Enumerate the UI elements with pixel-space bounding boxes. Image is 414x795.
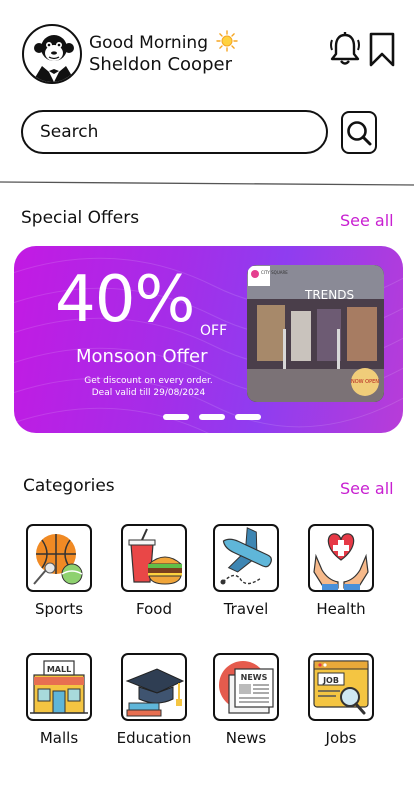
category-food-tile (121, 524, 187, 592)
education-icon (125, 668, 185, 717)
carousel-indicators (163, 414, 261, 420)
category-label: News (225, 729, 267, 747)
offer-banner[interactable]: 40% OFF Monsoon Offer Get discount on ev… (14, 246, 403, 433)
carousel-dot[interactable] (163, 414, 189, 420)
bookmark-icon (369, 32, 395, 67)
category-health-tile (308, 524, 374, 592)
svg-text:JOB: JOB (322, 676, 339, 685)
category-jobs-tile: JOB (308, 653, 374, 721)
notification-bell-button[interactable] (329, 31, 361, 67)
carousel-dot[interactable] (235, 414, 261, 420)
category-jobs[interactable]: JOB Jobs (296, 653, 386, 747)
user-name: Sheldon Cooper (89, 54, 232, 75)
bell-icon (330, 32, 360, 65)
food-icon (128, 528, 183, 585)
news-icon: NEWS (219, 661, 274, 714)
category-sports[interactable]: Sports (14, 524, 104, 618)
search-bar[interactable] (21, 110, 328, 154)
malls-icon: MALL (30, 660, 88, 714)
categories-see-all-link[interactable]: See all (340, 479, 394, 498)
search-icon (347, 120, 372, 145)
sports-icon (33, 534, 83, 585)
divider (0, 181, 414, 186)
discount-percent: 40% (55, 263, 195, 337)
category-label: Food (136, 600, 172, 618)
sun-icon (216, 30, 239, 52)
greeting: Good Morning (89, 30, 239, 53)
categories-title: Categories (23, 476, 115, 496)
category-news[interactable]: NEWS News (201, 653, 291, 747)
greeting-text: Good Morning (89, 33, 208, 53)
travel-icon (220, 527, 272, 585)
category-label: Travel (223, 600, 269, 618)
search-input[interactable] (40, 122, 300, 142)
category-education-tile (121, 653, 187, 721)
svg-text:MALL: MALL (47, 665, 71, 674)
jobs-icon: JOB (313, 660, 369, 715)
offer-details: Get discount on every order. Deal valid … (62, 375, 235, 399)
category-malls-tile: MALL (26, 653, 92, 721)
store-sign: TRENDS (304, 288, 354, 302)
svg-text:NEWS: NEWS (241, 673, 268, 682)
store-photo-image: CITY SQUARE TRENDS NOW OPEN (247, 265, 384, 402)
carousel-dot[interactable] (199, 414, 225, 420)
bookmark-button[interactable] (368, 32, 396, 68)
special-offers-see-all-link[interactable]: See all (340, 211, 394, 230)
category-malls[interactable]: MALL Malls (14, 653, 104, 747)
category-label: Sports (34, 600, 84, 618)
category-label: Jobs (325, 729, 357, 747)
offer-details-line-2: Deal valid till 29/08/2024 (91, 388, 206, 398)
category-news-tile: NEWS (213, 653, 279, 721)
health-icon (313, 533, 369, 590)
category-health[interactable]: Health (296, 524, 386, 618)
category-education[interactable]: Education (109, 653, 199, 747)
mall-logo-text: CITY SQUARE (261, 270, 288, 275)
monkey-tuxedo-icon (32, 35, 76, 82)
offer-details-line-1: Get discount on every order. (84, 376, 213, 386)
search-button[interactable] (341, 111, 377, 154)
discount-off-label: OFF (200, 323, 228, 339)
category-travel-tile (213, 524, 279, 592)
category-label: Malls (39, 729, 79, 747)
avatar[interactable] (22, 24, 82, 84)
category-food[interactable]: Food (109, 524, 199, 618)
category-label: Education (116, 729, 192, 747)
category-label: Health (316, 600, 366, 618)
store-photo: CITY SQUARE TRENDS NOW OPEN (247, 265, 384, 402)
now-open-badge: NOW OPEN (351, 379, 379, 385)
offer-name: Monsoon Offer (76, 346, 208, 367)
special-offers-title: Special Offers (21, 208, 140, 228)
category-travel[interactable]: Travel (201, 524, 291, 618)
category-sports-tile (26, 524, 92, 592)
